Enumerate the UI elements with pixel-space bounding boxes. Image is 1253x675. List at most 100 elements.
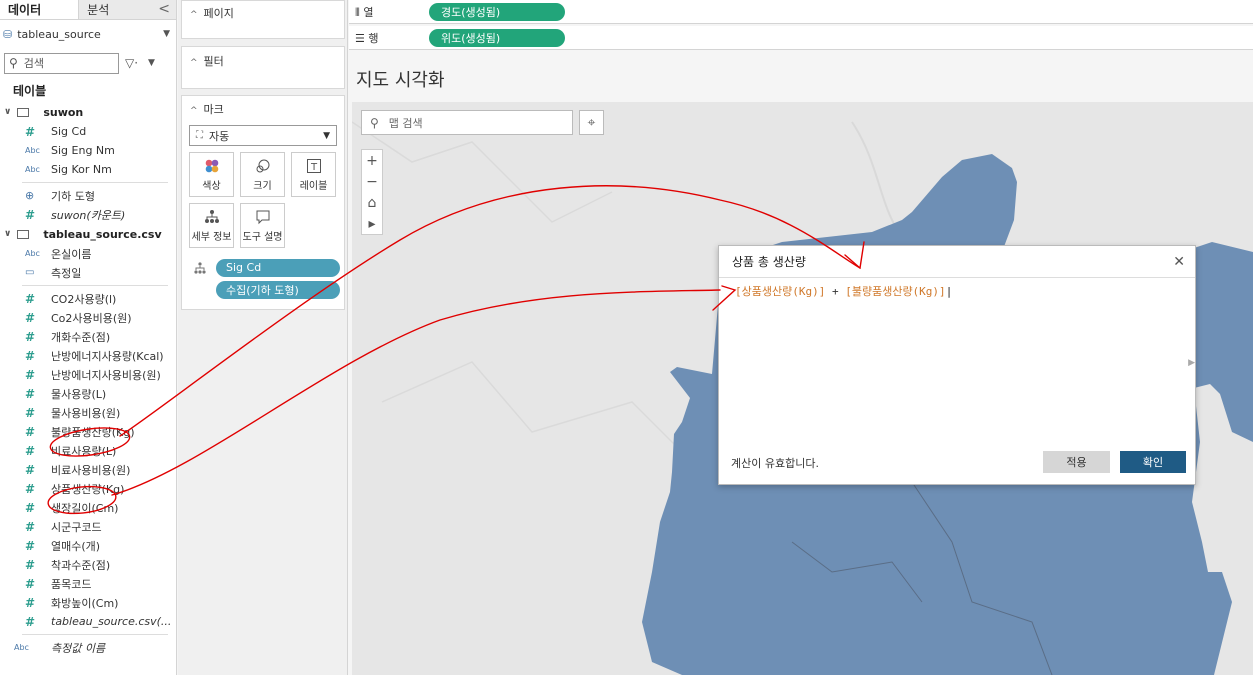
pill-longitude[interactable]: 경도(생성됨) (429, 2, 565, 21)
pill-collect-geometry[interactable]: 수집(기하 도형) (216, 280, 340, 299)
field-item[interactable]: # Sig Cd (0, 122, 176, 141)
field-item[interactable]: Abc Sig Eng Nm (0, 141, 176, 160)
map-mark-icon: ⛶ (196, 130, 203, 141)
close-icon[interactable]: ✕ (1173, 254, 1185, 270)
tooltip-button[interactable]: 도구 설명 (240, 203, 285, 248)
hash-icon: # (25, 367, 36, 382)
rows-shelf[interactable]: ☰ 행 위도(생성됨) (349, 26, 1253, 50)
field-item[interactable]: # 난방에너지사용량(Kcal) (0, 346, 176, 365)
divider (22, 285, 168, 286)
zoom-in-button[interactable]: + (362, 150, 382, 171)
field-item[interactable]: Abc Sig Kor Nm (0, 160, 176, 179)
detail-button[interactable]: 세부 정보 (189, 203, 234, 248)
tab-analysis[interactable]: 분석 (79, 0, 158, 19)
formula-field-product: [상품생산량(Kg)] (735, 285, 826, 298)
field-item[interactable]: # 화방높이(Cm) (0, 593, 176, 612)
label-button[interactable]: T 레이블 (291, 152, 336, 197)
calc-status-text: 계산이 유효합니다. (731, 457, 819, 470)
pan-button[interactable]: ▸ (362, 213, 382, 234)
chevron-down-icon[interactable]: ∨ (4, 107, 11, 117)
field-label: 기하 도형 (51, 189, 95, 203)
zoom-out-button[interactable]: − (362, 171, 382, 192)
field-label: 화방높이(Cm) (51, 596, 119, 610)
chevron-down-icon[interactable]: ∨ (4, 229, 11, 239)
map-search-input[interactable]: ⚲ 맵 검색 (361, 110, 573, 135)
color-button[interactable]: 색상 (189, 152, 234, 197)
pill-latitude[interactable]: 위도(생성됨) (429, 28, 565, 47)
field-item[interactable]: # 생장길이(Cm) (0, 498, 176, 517)
field-item[interactable]: # 시군구코드 (0, 517, 176, 536)
chevron-down-icon[interactable]: ▼ (323, 131, 330, 141)
field-label: 착과수준(점) (51, 558, 111, 572)
field-label: Sig Eng Nm (51, 144, 115, 157)
ok-button[interactable]: 확인 (1120, 451, 1186, 473)
field-item[interactable]: # 불량품생산량(Kg) (0, 422, 176, 441)
caret-up-icon[interactable]: ^ (190, 106, 198, 116)
field-measure-names[interactable]: Abc 측정값 이름 (0, 638, 176, 657)
caret-up-icon[interactable]: ^ (190, 58, 198, 68)
field-item[interactable]: # 물사용량(L) (0, 384, 176, 403)
formula-operator: + (831, 285, 839, 298)
table-header[interactable]: ∨ suwon (0, 102, 176, 122)
columns-shelf[interactable]: ⦀ 열 경도(생성됨) (349, 0, 1253, 24)
field-item[interactable]: # 물사용비용(원) (0, 403, 176, 422)
field-search-input[interactable]: ⚲ 검색 (4, 52, 119, 74)
detail-pill-row: Sig Cd (194, 258, 344, 277)
field-item[interactable]: # 품목코드 (0, 574, 176, 593)
field-item[interactable]: # 열매수(개) (0, 536, 176, 555)
field-item[interactable]: # Co2사용비용(원) (0, 308, 176, 327)
field-item[interactable]: # 상품생산량(Kg) (0, 479, 176, 498)
field-item[interactable]: # suwon(카운트) (0, 205, 176, 224)
glob-icon: ⊕ (25, 189, 35, 202)
calc-name-field[interactable]: 상품 총 생산량 (719, 246, 1195, 278)
table-header[interactable]: ∨ tableau_source.csv (0, 224, 176, 244)
field-item[interactable]: # 난방에너지사용비용(원) (0, 365, 176, 384)
filter-icon[interactable]: ▽· (125, 56, 138, 70)
field-item[interactable]: # 비료사용비용(원) (0, 460, 176, 479)
pages-card[interactable]: ^ 페이지 (181, 0, 345, 39)
hash-icon: # (25, 481, 36, 496)
search-icon: ⚲ (9, 56, 18, 70)
menu-chevron-icon[interactable]: ▼ (148, 58, 155, 68)
size-button[interactable]: 크기 (240, 152, 285, 197)
table-name: tableau_source.csv (43, 227, 162, 241)
mark-type-select[interactable]: ⛶ 자동 ▼ (189, 125, 337, 146)
home-button[interactable]: ⌂ (362, 192, 382, 213)
field-item[interactable]: # 비료사용량(L) (0, 441, 176, 460)
detail-label: 세부 정보 (191, 231, 232, 243)
divider (22, 634, 168, 635)
color-label: 색상 (202, 180, 221, 192)
field-item[interactable]: # 착과수준(점) (0, 555, 176, 574)
tables-list: ∨ suwon # Sig Cd Abc Sig Eng Nm Abc Sig Kor Nm ⊕… (0, 102, 176, 631)
cal-icon: ▭ (25, 267, 35, 278)
pill-sig-cd[interactable]: Sig Cd (216, 258, 340, 277)
chevron-down-icon[interactable]: ▼ (163, 29, 170, 39)
tab-data[interactable]: 데이터 (0, 0, 80, 19)
marks-card: ^ 마크 ⛶ 자동 ▼ 색상 크기 T 레이블 세부 정보 도구 설명 Sig … (181, 95, 345, 310)
field-item[interactable]: # 개화수준(점) (0, 327, 176, 346)
filters-card[interactable]: ^ 필터 (181, 46, 345, 89)
hash-icon: # (25, 386, 36, 401)
field-item[interactable]: ▭ 측정일 (0, 263, 176, 282)
collapse-pane-icon[interactable]: < (158, 0, 176, 19)
field-item[interactable]: # CO2사용량(l) (0, 289, 176, 308)
field-label: 물사용량(L) (51, 387, 107, 401)
field-label: 측정값 이름 (51, 641, 106, 655)
field-label: 측정일 (51, 266, 82, 280)
locate-icon[interactable]: ⌖ (579, 110, 604, 135)
datasource-selector[interactable]: ⛁ tableau_source ▼ (0, 20, 176, 48)
hash-icon: # (25, 500, 36, 515)
field-item[interactable]: # tableau_source.csv(... (0, 612, 176, 631)
apply-button[interactable]: 적용 (1043, 451, 1110, 473)
hash-icon: # (25, 348, 36, 363)
caret-up-icon[interactable]: ^ (190, 10, 198, 20)
columns-label: 열 (363, 5, 374, 19)
field-label: 난방에너지사용량(Kcal) (51, 349, 164, 363)
formula-editor[interactable]: [상품생산량(Kg)] + [불량품생산량(Kg)]| (719, 278, 1195, 299)
field-item[interactable]: ⊕ 기하 도형 (0, 186, 176, 205)
calculated-field-dialog: 상품 총 생산량 ✕ [상품생산량(Kg)] + [불량품생산량(Kg)]| ▶… (718, 245, 1196, 485)
tooltip-icon (256, 210, 269, 224)
sheet-title: 지도 시각화 (356, 70, 445, 91)
field-item[interactable]: Abc 온실이름 (0, 244, 176, 263)
expand-panel-icon[interactable]: ▶ (1188, 358, 1195, 368)
